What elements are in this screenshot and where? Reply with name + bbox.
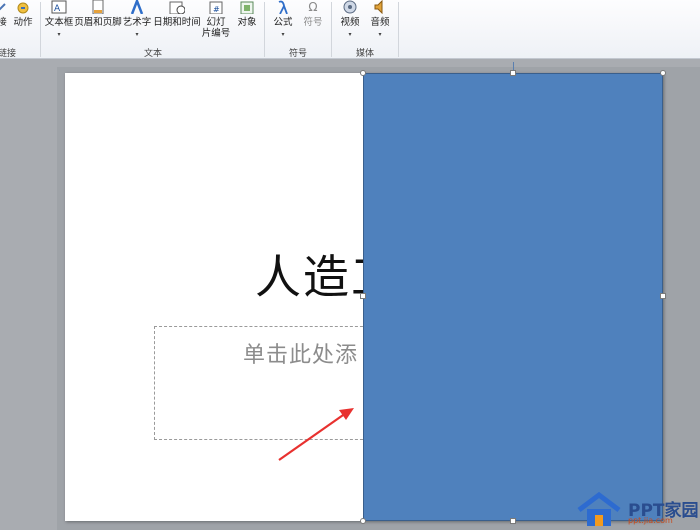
wordart-icon [129, 0, 145, 14]
watermark-logo: PPT家园 ppt.jia.com [575, 492, 700, 528]
date-time-label: 日期和时间 [153, 17, 201, 28]
hyperlink-button[interactable]: 接 [0, 0, 8, 28]
group-label-text: 文本 [144, 49, 163, 59]
ribbon-insert-tab: 接 动作 链接 A 文本框 ▾ 页眉和页脚 艺术字 ▾ 日期和时间 # 幻灯 片… [0, 0, 700, 59]
object-icon [239, 0, 255, 14]
hyperlink-icon [0, 0, 10, 14]
ribbon-group-symbols: 公式 ▾ Ω 符号 符号 [265, 0, 331, 59]
textbox-button[interactable]: A 文本框 ▾ [43, 0, 75, 38]
object-button[interactable]: 对象 [233, 0, 261, 28]
action-button[interactable]: 动作 [12, 0, 34, 28]
header-footer-icon [90, 0, 106, 14]
wordart-dropdown-arrow[interactable]: ▾ [135, 31, 138, 38]
subtitle-placeholder-text: 单击此处添 [243, 343, 359, 368]
action-label: 动作 [13, 17, 33, 28]
wordart-label: 艺术字 [122, 17, 152, 28]
textbox-icon: A [51, 0, 67, 14]
object-label: 对象 [237, 17, 257, 28]
resize-handle-bottom-left[interactable] [360, 518, 366, 524]
date-time-button[interactable]: 日期和时间 [153, 0, 201, 28]
ribbon-group-links: 接 动作 链接 [0, 0, 40, 59]
audio-icon [372, 0, 388, 14]
group-label-symbols: 符号 [289, 49, 308, 59]
group-label-media: 媒体 [356, 49, 375, 59]
ribbon-separator [398, 2, 399, 57]
equation-icon [275, 0, 291, 14]
slide-number-button[interactable]: # 幻灯 片编号 [201, 0, 231, 39]
red-arrow-annotation [278, 408, 354, 461]
textbox-label: 文本框 [44, 17, 74, 28]
house-logo-icon [577, 492, 621, 526]
header-footer-button[interactable]: 页眉和页脚 [74, 0, 122, 28]
audio-dropdown-arrow[interactable]: ▾ [378, 31, 381, 38]
hyperlink-label: 接 [0, 17, 7, 28]
svg-text:A: A [54, 4, 61, 14]
slide-number-label-line1: 幻灯 [206, 17, 226, 28]
ribbon-group-media: 视频 ▾ 音频 ▾ 媒体 [332, 0, 398, 59]
textbox-dropdown-arrow[interactable]: ▾ [57, 31, 60, 38]
video-icon [342, 0, 358, 14]
resize-handle-top[interactable] [510, 70, 516, 76]
svg-text:#: # [213, 5, 220, 14]
resize-handle-right[interactable] [660, 293, 666, 299]
video-dropdown-arrow[interactable]: ▾ [348, 31, 351, 38]
symbol-label: 符号 [303, 17, 323, 28]
slide-number-label-line2: 片编号 [201, 28, 231, 39]
ribbon-group-text: A 文本框 ▾ 页眉和页脚 艺术字 ▾ 日期和时间 # 幻灯 片编号 对象 文本 [41, 0, 263, 59]
watermark-site: ppt.jia.com [628, 516, 673, 525]
resize-handle-top-left[interactable] [360, 70, 366, 76]
header-footer-label: 页眉和页脚 [74, 17, 122, 28]
audio-button[interactable]: 音频 ▾ [366, 0, 394, 38]
resize-handle-left[interactable] [360, 293, 366, 299]
slide-number-icon: # [208, 0, 224, 14]
video-label: 视频 [340, 17, 360, 28]
equation-label: 公式 [273, 17, 293, 28]
group-label-links: 链接 [0, 49, 17, 59]
symbol-icon: Ω [308, 0, 318, 14]
selected-rectangle-shape[interactable] [363, 73, 663, 521]
resize-handle-bottom[interactable] [510, 518, 516, 524]
audio-label: 音频 [370, 17, 390, 28]
video-button[interactable]: 视频 ▾ [336, 0, 364, 38]
wordart-button[interactable]: 艺术字 ▾ [121, 0, 153, 38]
equation-dropdown-arrow[interactable]: ▾ [281, 31, 284, 38]
action-icon [15, 0, 31, 14]
resize-handle-top-right[interactable] [660, 70, 666, 76]
symbol-button[interactable]: Ω 符号 [299, 0, 327, 28]
equation-button[interactable]: 公式 ▾ [269, 0, 297, 38]
date-time-icon [169, 0, 185, 14]
